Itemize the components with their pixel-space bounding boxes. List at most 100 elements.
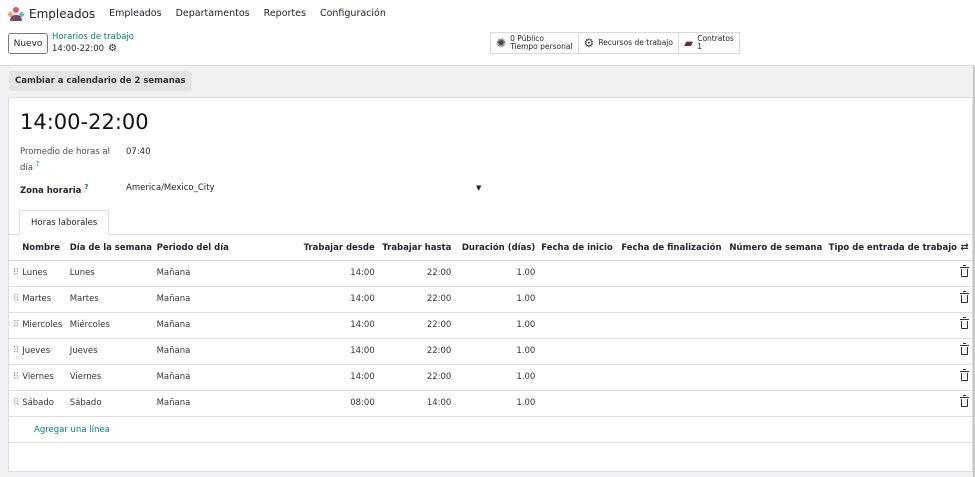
cell-day-period[interactable]: Mañana — [156, 364, 234, 391]
cell-week-number[interactable] — [723, 312, 825, 339]
drag-handle-icon[interactable]: ⠿ — [13, 294, 20, 304]
cell-start-date[interactable] — [535, 286, 616, 313]
cell-work-from[interactable]: 14:00 — [233, 364, 381, 391]
cell-name[interactable]: Lunes — [22, 260, 70, 287]
cell-end-date[interactable] — [615, 338, 724, 365]
menu-reportes[interactable]: Reportes — [264, 8, 306, 19]
cell-day-period[interactable]: Mañana — [156, 390, 234, 417]
new-button[interactable]: Nuevo — [8, 33, 48, 54]
cell-weekday[interactable]: Sábado — [69, 390, 157, 417]
cell-end-date[interactable] — [615, 390, 724, 417]
trash-icon[interactable] — [960, 342, 969, 355]
cell-week-number[interactable] — [723, 390, 825, 417]
cell-end-date[interactable] — [615, 286, 724, 313]
drag-handle-icon[interactable]: ⠿ — [13, 398, 20, 408]
gear-icon[interactable]: ⚙ — [108, 43, 117, 54]
cell-week-number[interactable] — [723, 286, 825, 313]
work-resources-smart-button[interactable]: ⚙ Recursos de trabajo — [577, 32, 679, 54]
header-name[interactable]: Nombre — [22, 236, 70, 261]
drag-handle-icon[interactable]: ⠿ — [13, 346, 20, 356]
cell-day-period[interactable]: Mañana — [156, 286, 234, 313]
contracts-smart-button[interactable]: ▰ Contratos 1 — [677, 32, 740, 54]
menu-departamentos[interactable]: Departamentos — [176, 8, 250, 19]
cell-weekday[interactable]: Jueves — [69, 338, 157, 365]
cell-start-date[interactable] — [535, 312, 616, 339]
cell-week-number[interactable] — [723, 338, 825, 365]
header-day-period[interactable]: Periodo del día — [156, 236, 234, 261]
header-work-to[interactable]: Trabajar hasta — [380, 236, 458, 261]
trash-icon[interactable] — [960, 290, 969, 303]
cell-end-date[interactable] — [615, 364, 724, 391]
cell-start-date[interactable] — [535, 364, 616, 391]
schedule-name[interactable]: 14:00-22:00 — [20, 110, 149, 134]
cell-start-date[interactable] — [535, 338, 616, 365]
time-off-smart-button[interactable]: ✺ 0 Público Tiempo personal — [490, 32, 579, 54]
header-work-entry-type[interactable]: Tipo de entrada de trabajo — [824, 236, 958, 261]
table-row[interactable]: ⠿ Sábado Sábado Mañana 08:00 14:00 1.00 — [9, 390, 972, 417]
cell-week-number[interactable] — [723, 364, 825, 391]
app-name[interactable]: Empleados — [29, 7, 95, 21]
cell-work-from[interactable]: 14:00 — [233, 312, 381, 339]
cell-work-from[interactable]: 14:00 — [233, 286, 381, 313]
help-icon[interactable]: ? — [84, 183, 88, 191]
table-row[interactable]: ⠿ Lunes Lunes Mañana 14:00 22:00 1.00 — [9, 260, 972, 287]
cell-start-date[interactable] — [535, 260, 616, 287]
cell-duration[interactable]: 1.00 — [457, 312, 536, 339]
cell-name[interactable]: Martes — [22, 286, 70, 313]
cell-work-entry-type[interactable] — [824, 260, 958, 287]
header-week-number[interactable]: Número de semana — [723, 236, 825, 261]
cell-weekday[interactable]: Viernes — [69, 364, 157, 391]
cell-work-to[interactable]: 22:00 — [380, 286, 458, 313]
breadcrumb-link[interactable]: Horarios de trabajo — [52, 32, 134, 42]
header-weekday[interactable]: Día de la semana — [69, 236, 157, 261]
cell-duration[interactable]: 1.00 — [457, 390, 536, 417]
cell-duration[interactable]: 1.00 — [457, 286, 536, 313]
switch-two-week-calendar-button[interactable]: Cambiar a calendario de 2 semanas — [9, 71, 192, 91]
cell-work-from[interactable]: 14:00 — [233, 338, 381, 365]
header-end-date[interactable]: Fecha de finalización — [615, 236, 724, 261]
cell-work-from[interactable]: 08:00 — [233, 390, 381, 417]
cell-work-to[interactable]: 22:00 — [380, 312, 458, 339]
table-row[interactable]: ⠿ Viernes Viernes Mañana 14:00 22:00 1.00 — [9, 364, 972, 391]
cell-work-to[interactable]: 22:00 — [380, 338, 458, 365]
cell-duration[interactable]: 1.00 — [457, 364, 536, 391]
timezone-select[interactable]: America/Mexico_City — [126, 183, 215, 193]
cell-day-period[interactable]: Mañana — [156, 338, 234, 365]
tab-working-hours[interactable]: Horas laborales — [19, 210, 110, 235]
cell-work-entry-type[interactable] — [824, 390, 958, 417]
cell-start-date[interactable] — [535, 390, 616, 417]
trash-icon[interactable] — [960, 264, 969, 277]
drag-handle-icon[interactable]: ⠿ — [13, 268, 20, 278]
table-row[interactable]: ⠿ Martes Martes Mañana 14:00 22:00 1.00 — [9, 286, 972, 313]
menu-configuracion[interactable]: Configuración — [320, 8, 386, 19]
cell-end-date[interactable] — [615, 312, 724, 339]
employees-app-icon[interactable] — [8, 6, 24, 21]
cell-duration[interactable]: 1.00 — [457, 260, 536, 287]
cell-work-entry-type[interactable] — [824, 364, 958, 391]
cell-name[interactable]: Sábado — [22, 390, 70, 417]
cell-name[interactable]: Viernes — [22, 364, 70, 391]
chevron-down-icon[interactable]: ▼ — [476, 184, 481, 192]
cell-day-period[interactable]: Mañana — [156, 312, 234, 339]
header-duration[interactable]: Duración (días) — [457, 236, 536, 261]
cell-day-period[interactable]: Mañana — [156, 260, 234, 287]
cell-weekday[interactable]: Miércoles — [69, 312, 157, 339]
cell-name[interactable]: Jueves — [22, 338, 70, 365]
cell-duration[interactable]: 1.00 — [457, 338, 536, 365]
drag-handle-icon[interactable]: ⠿ — [13, 320, 20, 330]
cell-work-entry-type[interactable] — [824, 286, 958, 313]
cell-end-date[interactable] — [615, 260, 724, 287]
help-icon[interactable]: ? — [36, 160, 40, 168]
trash-icon[interactable] — [960, 316, 969, 329]
header-start-date[interactable]: Fecha de inicio — [535, 236, 616, 261]
trash-icon[interactable] — [960, 368, 969, 381]
cell-weekday[interactable]: Martes — [69, 286, 157, 313]
cell-work-to[interactable]: 22:00 — [380, 364, 458, 391]
cell-work-entry-type[interactable] — [824, 338, 958, 365]
cell-work-to[interactable]: 14:00 — [380, 390, 458, 417]
add-line-link[interactable]: Agregar una línea — [34, 425, 110, 435]
table-row[interactable]: ⠿ Jueves Jueves Mañana 14:00 22:00 1.00 — [9, 338, 972, 365]
cell-name[interactable]: Miercoles — [22, 312, 70, 339]
column-settings-icon[interactable]: ⇄ — [960, 242, 968, 253]
header-work-from[interactable]: Trabajar desde — [233, 236, 381, 261]
